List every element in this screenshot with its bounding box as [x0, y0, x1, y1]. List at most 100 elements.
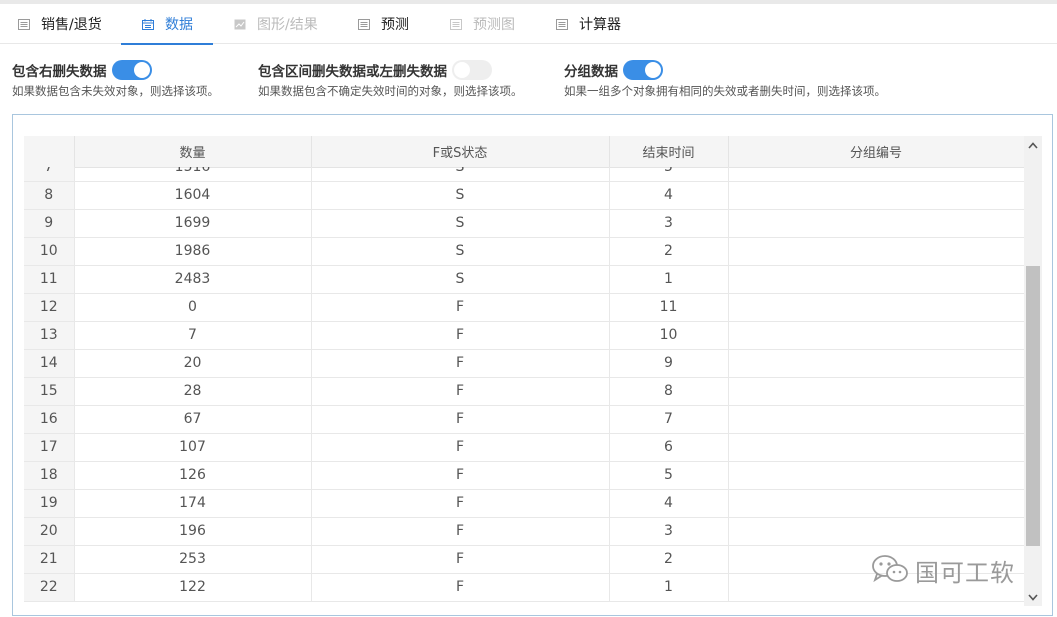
option-label: 包含右删失数据 — [12, 64, 107, 80]
quantity-cell[interactable]: 28 — [74, 377, 312, 406]
right-censored-toggle[interactable] — [111, 60, 152, 80]
group-id-cell[interactable] — [728, 181, 1024, 210]
end-time-cell[interactable]: 2 — [609, 545, 729, 574]
table-row[interactable]: 10 1986 S 2 — [24, 237, 1024, 266]
status-cell[interactable]: F — [311, 321, 610, 350]
end-time-cell[interactable]: 10 — [609, 321, 729, 350]
data-table-panel: 数量 F或S状态 结束时间 分组编号 71516S581604S491699S3… — [12, 114, 1053, 616]
tab-chart-results[interactable]: 图形/结果 — [234, 4, 318, 44]
status-cell[interactable]: F — [311, 489, 610, 518]
end-time-cell[interactable]: 1 — [609, 265, 729, 294]
column-header-quantity[interactable]: 数量 — [74, 136, 312, 168]
tab-forecast-chart[interactable]: 预测图 — [450, 4, 515, 44]
table-row[interactable]: 12 0 F 11 — [24, 293, 1024, 322]
status-cell[interactable]: F — [311, 377, 610, 406]
group-id-cell[interactable] — [728, 433, 1024, 462]
tab-sales-returns[interactable]: 销售/退货 — [18, 4, 102, 44]
table-row[interactable]: 8 1604 S 4 — [24, 181, 1024, 210]
tab-data[interactable]: 数据 — [142, 4, 193, 44]
end-time-cell[interactable]: 5 — [609, 461, 729, 490]
status-cell[interactable]: S — [311, 167, 610, 182]
status-cell[interactable]: S — [311, 209, 610, 238]
group-id-cell[interactable] — [728, 461, 1024, 490]
end-time-cell[interactable]: 4 — [609, 489, 729, 518]
end-time-cell[interactable]: 4 — [609, 181, 729, 210]
table-row[interactable]: 15 28 F 8 — [24, 377, 1024, 406]
quantity-cell[interactable]: 1516 — [74, 167, 312, 182]
quantity-cell[interactable]: 107 — [74, 433, 312, 462]
quantity-cell[interactable]: 126 — [74, 461, 312, 490]
end-time-cell[interactable]: 9 — [609, 349, 729, 378]
status-cell[interactable]: F — [311, 405, 610, 434]
end-time-cell[interactable]: 11 — [609, 293, 729, 322]
table-row[interactable]: 16 67 F 7 — [24, 405, 1024, 434]
quantity-cell[interactable]: 20 — [74, 349, 312, 378]
end-time-cell[interactable]: 5 — [609, 167, 729, 182]
column-header-status[interactable]: F或S状态 — [311, 136, 610, 168]
tab-forecast[interactable]: 预测 — [358, 4, 409, 44]
group-id-cell[interactable] — [728, 167, 1024, 182]
quantity-cell[interactable]: 1986 — [74, 237, 312, 266]
status-cell[interactable]: S — [311, 265, 610, 294]
quantity-cell[interactable]: 174 — [74, 489, 312, 518]
row-number-cell: 19 — [24, 489, 75, 518]
quantity-cell[interactable]: 122 — [74, 573, 312, 602]
end-time-cell[interactable]: 7 — [609, 405, 729, 434]
interval-censored-toggle[interactable] — [452, 60, 492, 80]
tab-calculator[interactable]: 计算器 — [556, 4, 621, 44]
table-row[interactable]: 19 174 F 4 — [24, 489, 1024, 518]
end-time-cell[interactable]: 8 — [609, 377, 729, 406]
quantity-cell[interactable]: 2483 — [74, 265, 312, 294]
status-cell[interactable]: F — [311, 573, 610, 602]
status-cell[interactable]: F — [311, 545, 610, 574]
table-row[interactable]: 9 1699 S 3 — [24, 209, 1024, 238]
status-cell[interactable]: F — [311, 517, 610, 546]
quantity-cell[interactable]: 253 — [74, 545, 312, 574]
table-row[interactable]: 11 2483 S 1 — [24, 265, 1024, 294]
tab-label: 预测 — [381, 17, 409, 33]
end-time-cell[interactable]: 6 — [609, 433, 729, 462]
table-row[interactable]: 71516S5 — [24, 167, 1024, 182]
document-icon — [358, 18, 370, 30]
group-id-cell[interactable] — [728, 237, 1024, 266]
scroll-up-icon[interactable] — [1024, 138, 1042, 152]
table-row[interactable]: 14 20 F 9 — [24, 349, 1024, 378]
column-header-end-time[interactable]: 结束时间 — [609, 136, 729, 168]
quantity-cell[interactable]: 0 — [74, 293, 312, 322]
status-cell[interactable]: F — [311, 461, 610, 490]
quantity-cell[interactable]: 67 — [74, 405, 312, 434]
status-cell[interactable]: F — [311, 293, 610, 322]
scrollbar-thumb[interactable] — [1026, 266, 1040, 546]
table-row[interactable]: 18 126 F 5 — [24, 461, 1024, 490]
status-cell[interactable]: F — [311, 349, 610, 378]
toggle-knob — [133, 62, 150, 78]
vertical-scrollbar[interactable] — [1024, 136, 1042, 606]
end-time-cell[interactable]: 1 — [609, 573, 729, 602]
quantity-cell[interactable]: 1699 — [74, 209, 312, 238]
column-header-group-id[interactable]: 分组编号 — [728, 136, 1024, 168]
quantity-cell[interactable]: 196 — [74, 517, 312, 546]
status-cell[interactable]: S — [311, 181, 610, 210]
scroll-down-icon[interactable] — [1024, 590, 1042, 604]
table-row[interactable]: 13 7 F 10 — [24, 321, 1024, 350]
group-id-cell[interactable] — [728, 209, 1024, 238]
group-id-cell[interactable] — [728, 405, 1024, 434]
group-id-cell[interactable] — [728, 349, 1024, 378]
table-row[interactable]: 20 196 F 3 — [24, 517, 1024, 546]
group-id-cell[interactable] — [728, 489, 1024, 518]
group-id-cell[interactable] — [728, 293, 1024, 322]
group-id-cell[interactable] — [728, 321, 1024, 350]
quantity-cell[interactable]: 7 — [74, 321, 312, 350]
grouped-toggle[interactable] — [623, 60, 663, 80]
status-cell[interactable]: S — [311, 237, 610, 266]
group-id-cell[interactable] — [728, 517, 1024, 546]
status-cell[interactable]: F — [311, 433, 610, 462]
group-id-cell[interactable] — [728, 377, 1024, 406]
end-time-cell[interactable]: 3 — [609, 209, 729, 238]
end-time-cell[interactable]: 3 — [609, 517, 729, 546]
table-row[interactable]: 17 107 F 6 — [24, 433, 1024, 462]
row-number-cell: 7 — [24, 167, 75, 182]
group-id-cell[interactable] — [728, 265, 1024, 294]
quantity-cell[interactable]: 1604 — [74, 181, 312, 210]
end-time-cell[interactable]: 2 — [609, 237, 729, 266]
